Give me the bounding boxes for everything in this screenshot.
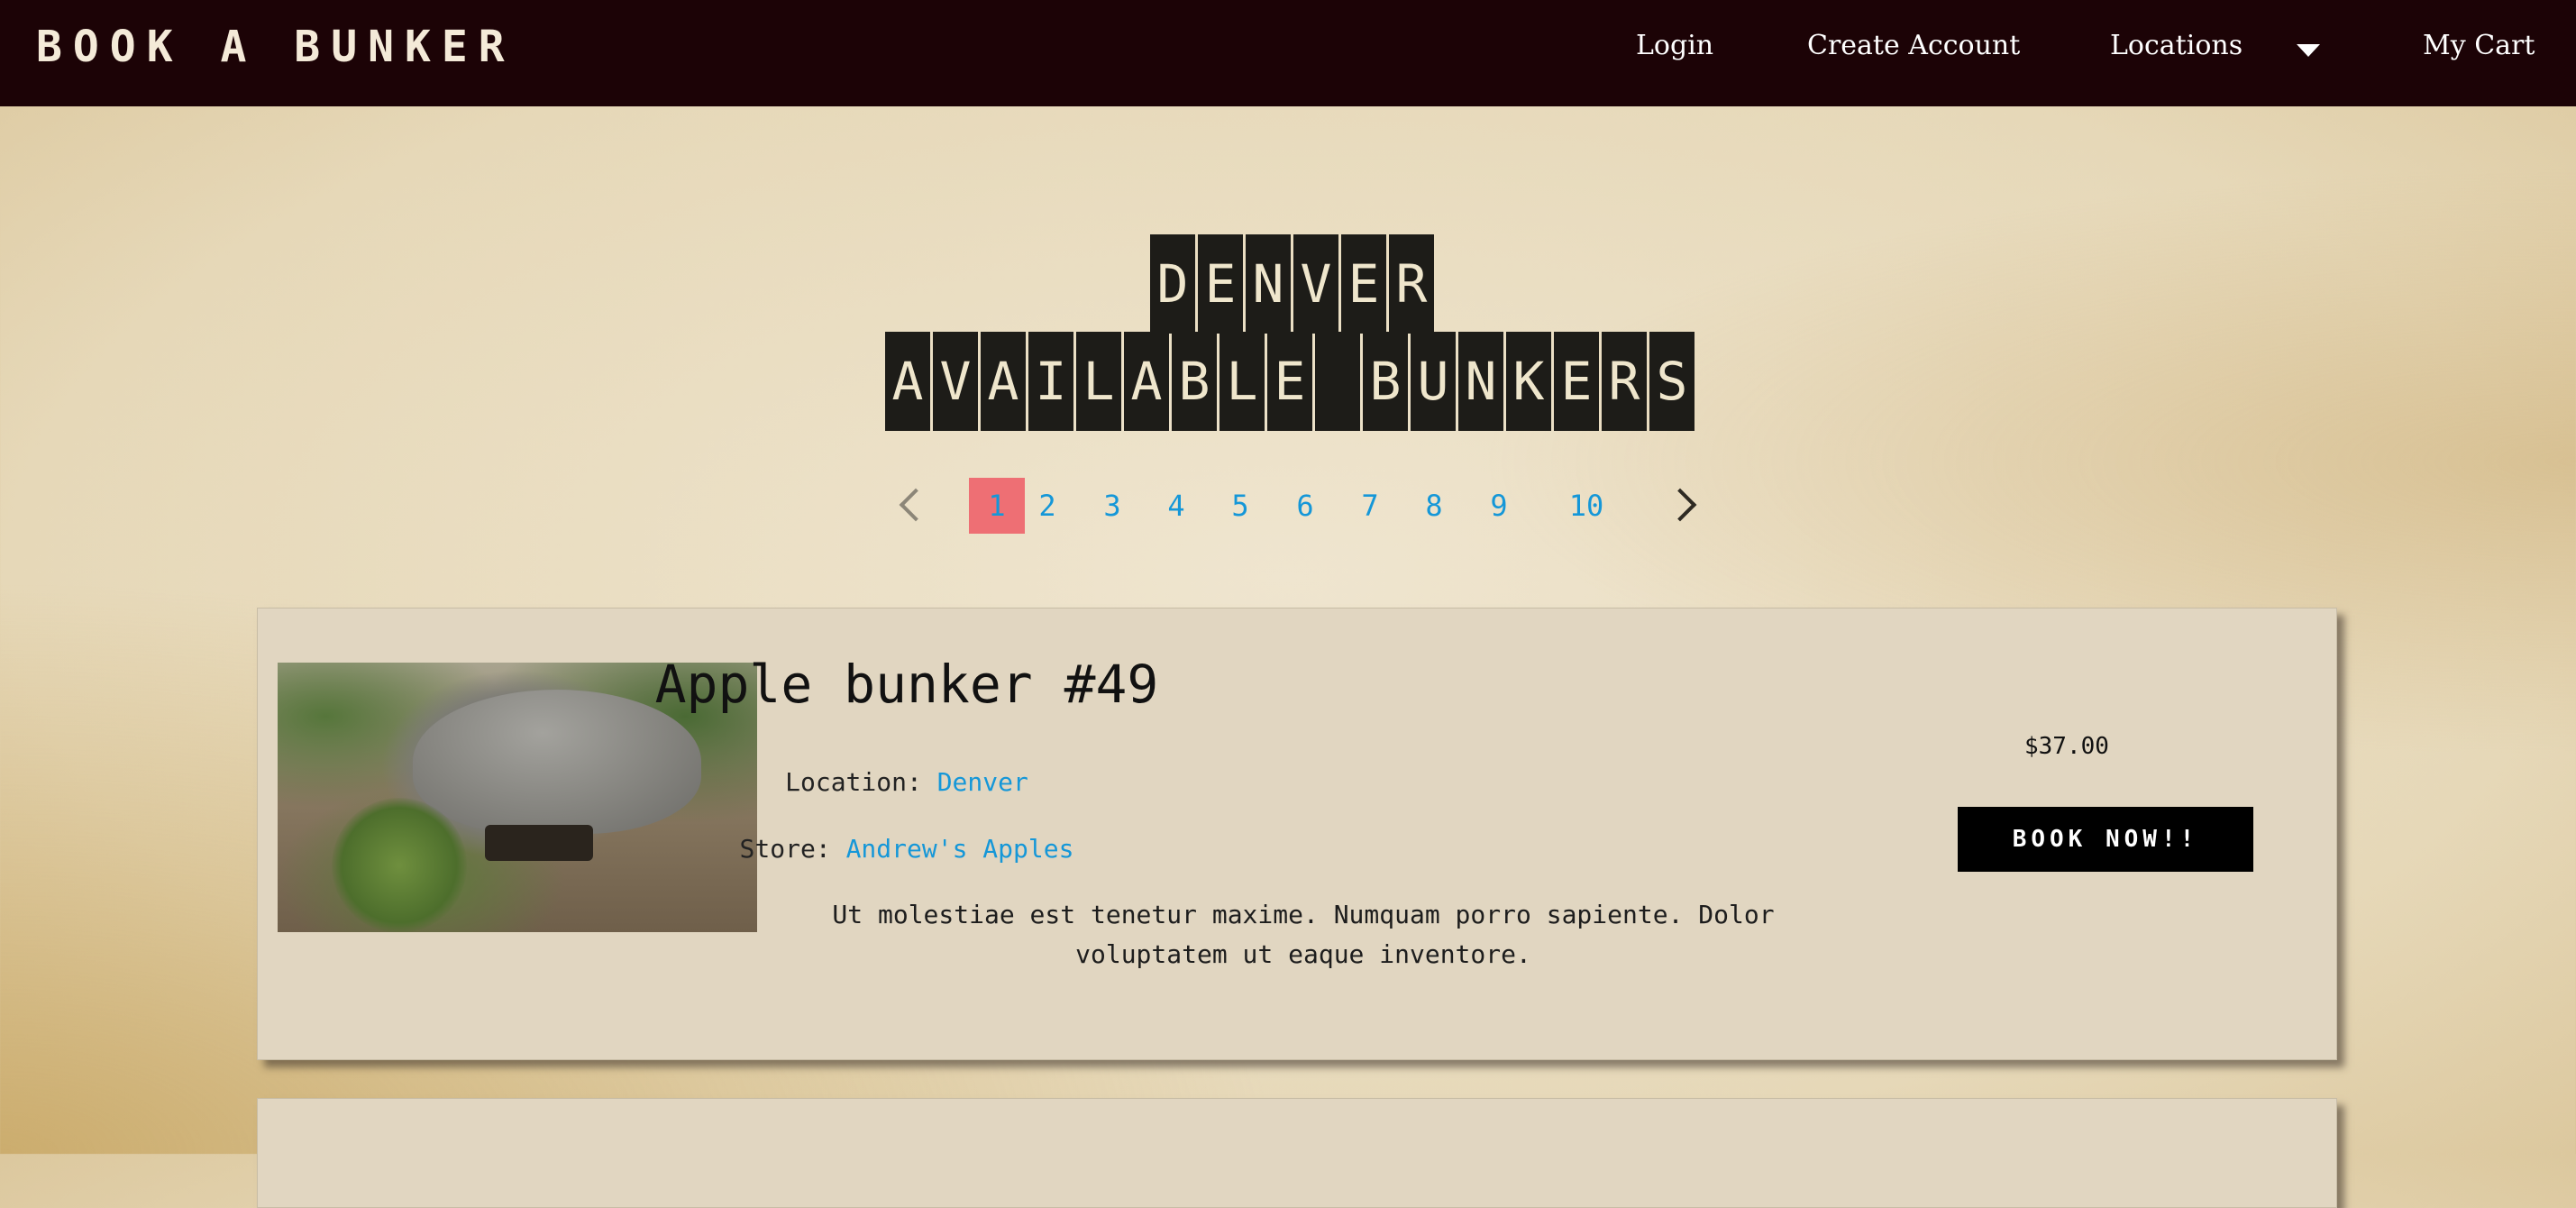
caret-down-icon[interactable] xyxy=(2297,44,2320,57)
location-line: Location: Denver xyxy=(258,767,1556,797)
page-title-letter: K xyxy=(1506,332,1551,431)
page-title-letter: A xyxy=(1124,332,1169,431)
login-link[interactable]: Login xyxy=(1636,30,1713,61)
brand-logo[interactable]: BOOK A BUNKER xyxy=(36,22,516,72)
my-cart-link[interactable]: My Cart xyxy=(2423,30,2535,61)
page-title-letter: A xyxy=(981,332,1026,431)
page-link-9[interactable]: 9 xyxy=(1485,478,1512,534)
bunker-price: $37.00 xyxy=(2024,733,2109,760)
page-link-8[interactable]: 8 xyxy=(1420,478,1448,534)
page-title-letter: A xyxy=(885,332,930,431)
bunker-card xyxy=(257,1098,2337,1208)
city-heading-letter: V xyxy=(1293,234,1338,334)
page-title-letter: U xyxy=(1411,332,1456,431)
page-title-letter: R xyxy=(1602,332,1647,431)
bunker-card: Apple bunker #49 Location: Denver Store:… xyxy=(257,608,2337,1060)
create-account-link[interactable]: Create Account xyxy=(1807,30,2020,61)
page-title-letter: B xyxy=(1363,332,1408,431)
location-label: Location: xyxy=(785,767,922,797)
page-title-letter: I xyxy=(1028,332,1073,431)
bunker-title[interactable]: Apple bunker #49 xyxy=(258,654,1556,715)
city-heading-letter: D xyxy=(1150,234,1195,334)
page-title-letter: N xyxy=(1458,332,1503,431)
bunker-description: Ut molestiae est tenetur maxime. Numquam… xyxy=(832,900,1775,969)
store-line: Store: Andrew's Apples xyxy=(258,834,1556,864)
city-heading-letter: R xyxy=(1389,234,1434,334)
store-label: Store: xyxy=(739,834,831,864)
city-heading-letter: N xyxy=(1246,234,1291,334)
page-title: AVAILABLEBUNKERS xyxy=(885,332,1697,431)
page-title-letter: L xyxy=(1219,332,1265,431)
book-now-button[interactable]: BOOK NOW!! xyxy=(1958,807,2253,872)
page-link-5[interactable]: 5 xyxy=(1227,478,1254,534)
page-link-3[interactable]: 3 xyxy=(1099,478,1126,534)
page-title-letter: B xyxy=(1172,332,1217,431)
locations-dropdown[interactable]: Locations xyxy=(2110,30,2243,61)
location-link[interactable]: Denver xyxy=(937,767,1028,797)
city-heading: DENVER xyxy=(1150,234,1437,334)
page-title-letter: S xyxy=(1649,332,1694,431)
page-link-6[interactable]: 6 xyxy=(1292,478,1319,534)
page-title-letter: L xyxy=(1076,332,1121,431)
city-heading-letter: E xyxy=(1341,234,1386,334)
page-link-7[interactable]: 7 xyxy=(1357,478,1384,534)
page-title-letter: V xyxy=(933,332,978,431)
chevron-right-icon[interactable] xyxy=(1663,488,1697,522)
page-link-4[interactable]: 4 xyxy=(1163,478,1190,534)
page-title-letter: E xyxy=(1554,332,1599,431)
top-navbar: BOOK A BUNKER Login Create Account Locat… xyxy=(0,0,2576,106)
page-link-10[interactable]: 10 xyxy=(1566,478,1607,534)
page-title-letter xyxy=(1315,332,1360,431)
store-link[interactable]: Andrew's Apples xyxy=(846,834,1074,864)
city-heading-letter: E xyxy=(1198,234,1243,334)
page-link-1[interactable]: 1 xyxy=(969,478,1025,534)
page-title-letter: E xyxy=(1267,332,1312,431)
chevron-left-icon[interactable] xyxy=(899,488,933,522)
page-link-2[interactable]: 2 xyxy=(1034,478,1061,534)
